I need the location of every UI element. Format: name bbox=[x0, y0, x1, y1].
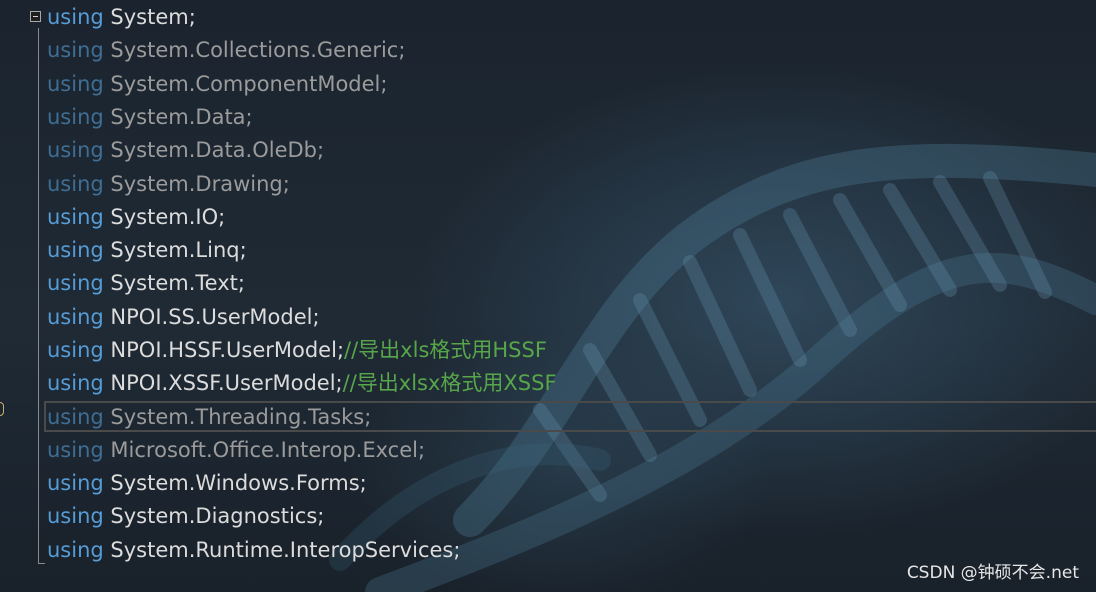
code-line[interactable]: using System; bbox=[47, 1, 196, 34]
keyword-using: using bbox=[47, 72, 104, 96]
code-line[interactable]: using Microsoft.Office.Interop.Excel; bbox=[47, 434, 425, 467]
watermark: CSDN @钟硕不会.net bbox=[906, 563, 1079, 583]
namespace-name: System.Windows.Forms; bbox=[110, 471, 367, 495]
namespace-name: System.Data.OleDb; bbox=[110, 138, 325, 162]
code-line[interactable]: using NPOI.XSSF.UserModel;//导出xlsx格式用XSS… bbox=[47, 367, 557, 400]
namespace-name: NPOI.HSSF.UserModel; bbox=[110, 338, 345, 362]
code-line[interactable]: using System.Diagnostics; bbox=[47, 500, 324, 533]
keyword-using: using bbox=[47, 438, 104, 462]
code-comment: //导出xls格式用HSSF bbox=[344, 338, 547, 362]
code-line[interactable]: using System.ComponentModel; bbox=[47, 68, 387, 101]
collapse-toggle-icon[interactable] bbox=[30, 11, 41, 22]
code-comment: //导出xlsx格式用XSSF bbox=[342, 371, 557, 395]
code-editor[interactable]: using System; using System.Collections.Ge… bbox=[0, 0, 1096, 592]
code-line[interactable]: using System.Windows.Forms; bbox=[47, 467, 367, 500]
namespace-name: NPOI.XSSF.UserModel; bbox=[110, 371, 343, 395]
code-line[interactable]: using System.Data.OleDb; bbox=[47, 134, 324, 167]
namespace-name: NPOI.SS.UserModel; bbox=[110, 305, 320, 329]
keyword-using: using bbox=[47, 38, 104, 62]
namespace-name: System; bbox=[110, 5, 196, 29]
keyword-using: using bbox=[47, 338, 104, 362]
namespace-name: System.Threading.Tasks; bbox=[110, 405, 372, 429]
keyword-using: using bbox=[47, 504, 104, 528]
namespace-name: System.Diagnostics; bbox=[110, 504, 325, 528]
namespace-name: System.Data; bbox=[110, 105, 253, 129]
code-line[interactable]: using System.Threading.Tasks; bbox=[47, 401, 371, 434]
keyword-using: using bbox=[47, 105, 104, 129]
keyword-using: using bbox=[47, 205, 104, 229]
keyword-using: using bbox=[47, 172, 104, 196]
code-line[interactable]: using System.Linq; bbox=[47, 234, 247, 267]
outline-bracket bbox=[38, 28, 39, 564]
keyword-using: using bbox=[47, 471, 104, 495]
code-line[interactable]: using NPOI.HSSF.UserModel;//导出xls格式用HSSF bbox=[47, 334, 547, 367]
keyword-using: using bbox=[47, 538, 104, 562]
keyword-using: using bbox=[47, 271, 104, 295]
namespace-name: System.IO; bbox=[110, 205, 226, 229]
namespace-name: System.Runtime.InteropServices; bbox=[110, 538, 461, 562]
code-line[interactable]: using System.Collections.Generic; bbox=[47, 34, 405, 67]
keyword-using: using bbox=[47, 138, 104, 162]
code-line[interactable]: using System.Text; bbox=[47, 267, 245, 300]
code-line[interactable]: using System.IO; bbox=[47, 201, 225, 234]
keyword-using: using bbox=[47, 305, 104, 329]
namespace-name: System.Linq; bbox=[110, 238, 247, 262]
namespace-name: System.Drawing; bbox=[110, 172, 290, 196]
namespace-name: System.ComponentModel; bbox=[110, 72, 388, 96]
keyword-using: using bbox=[47, 371, 104, 395]
namespace-name: System.Text; bbox=[110, 271, 245, 295]
keyword-using: using bbox=[47, 405, 104, 429]
keyword-using: using bbox=[47, 238, 104, 262]
margin-indicator-icon bbox=[0, 402, 4, 416]
code-line[interactable]: using System.Drawing; bbox=[47, 168, 290, 201]
keyword-using: using bbox=[47, 5, 104, 29]
namespace-name: Microsoft.Office.Interop.Excel; bbox=[110, 438, 426, 462]
namespace-name: System.Collections.Generic; bbox=[110, 38, 406, 62]
outline-bracket-end bbox=[38, 563, 45, 564]
code-line[interactable]: using System.Runtime.InteropServices; bbox=[47, 534, 460, 567]
code-line[interactable]: using NPOI.SS.UserModel; bbox=[47, 301, 320, 334]
code-line[interactable]: using System.Data; bbox=[47, 101, 253, 134]
